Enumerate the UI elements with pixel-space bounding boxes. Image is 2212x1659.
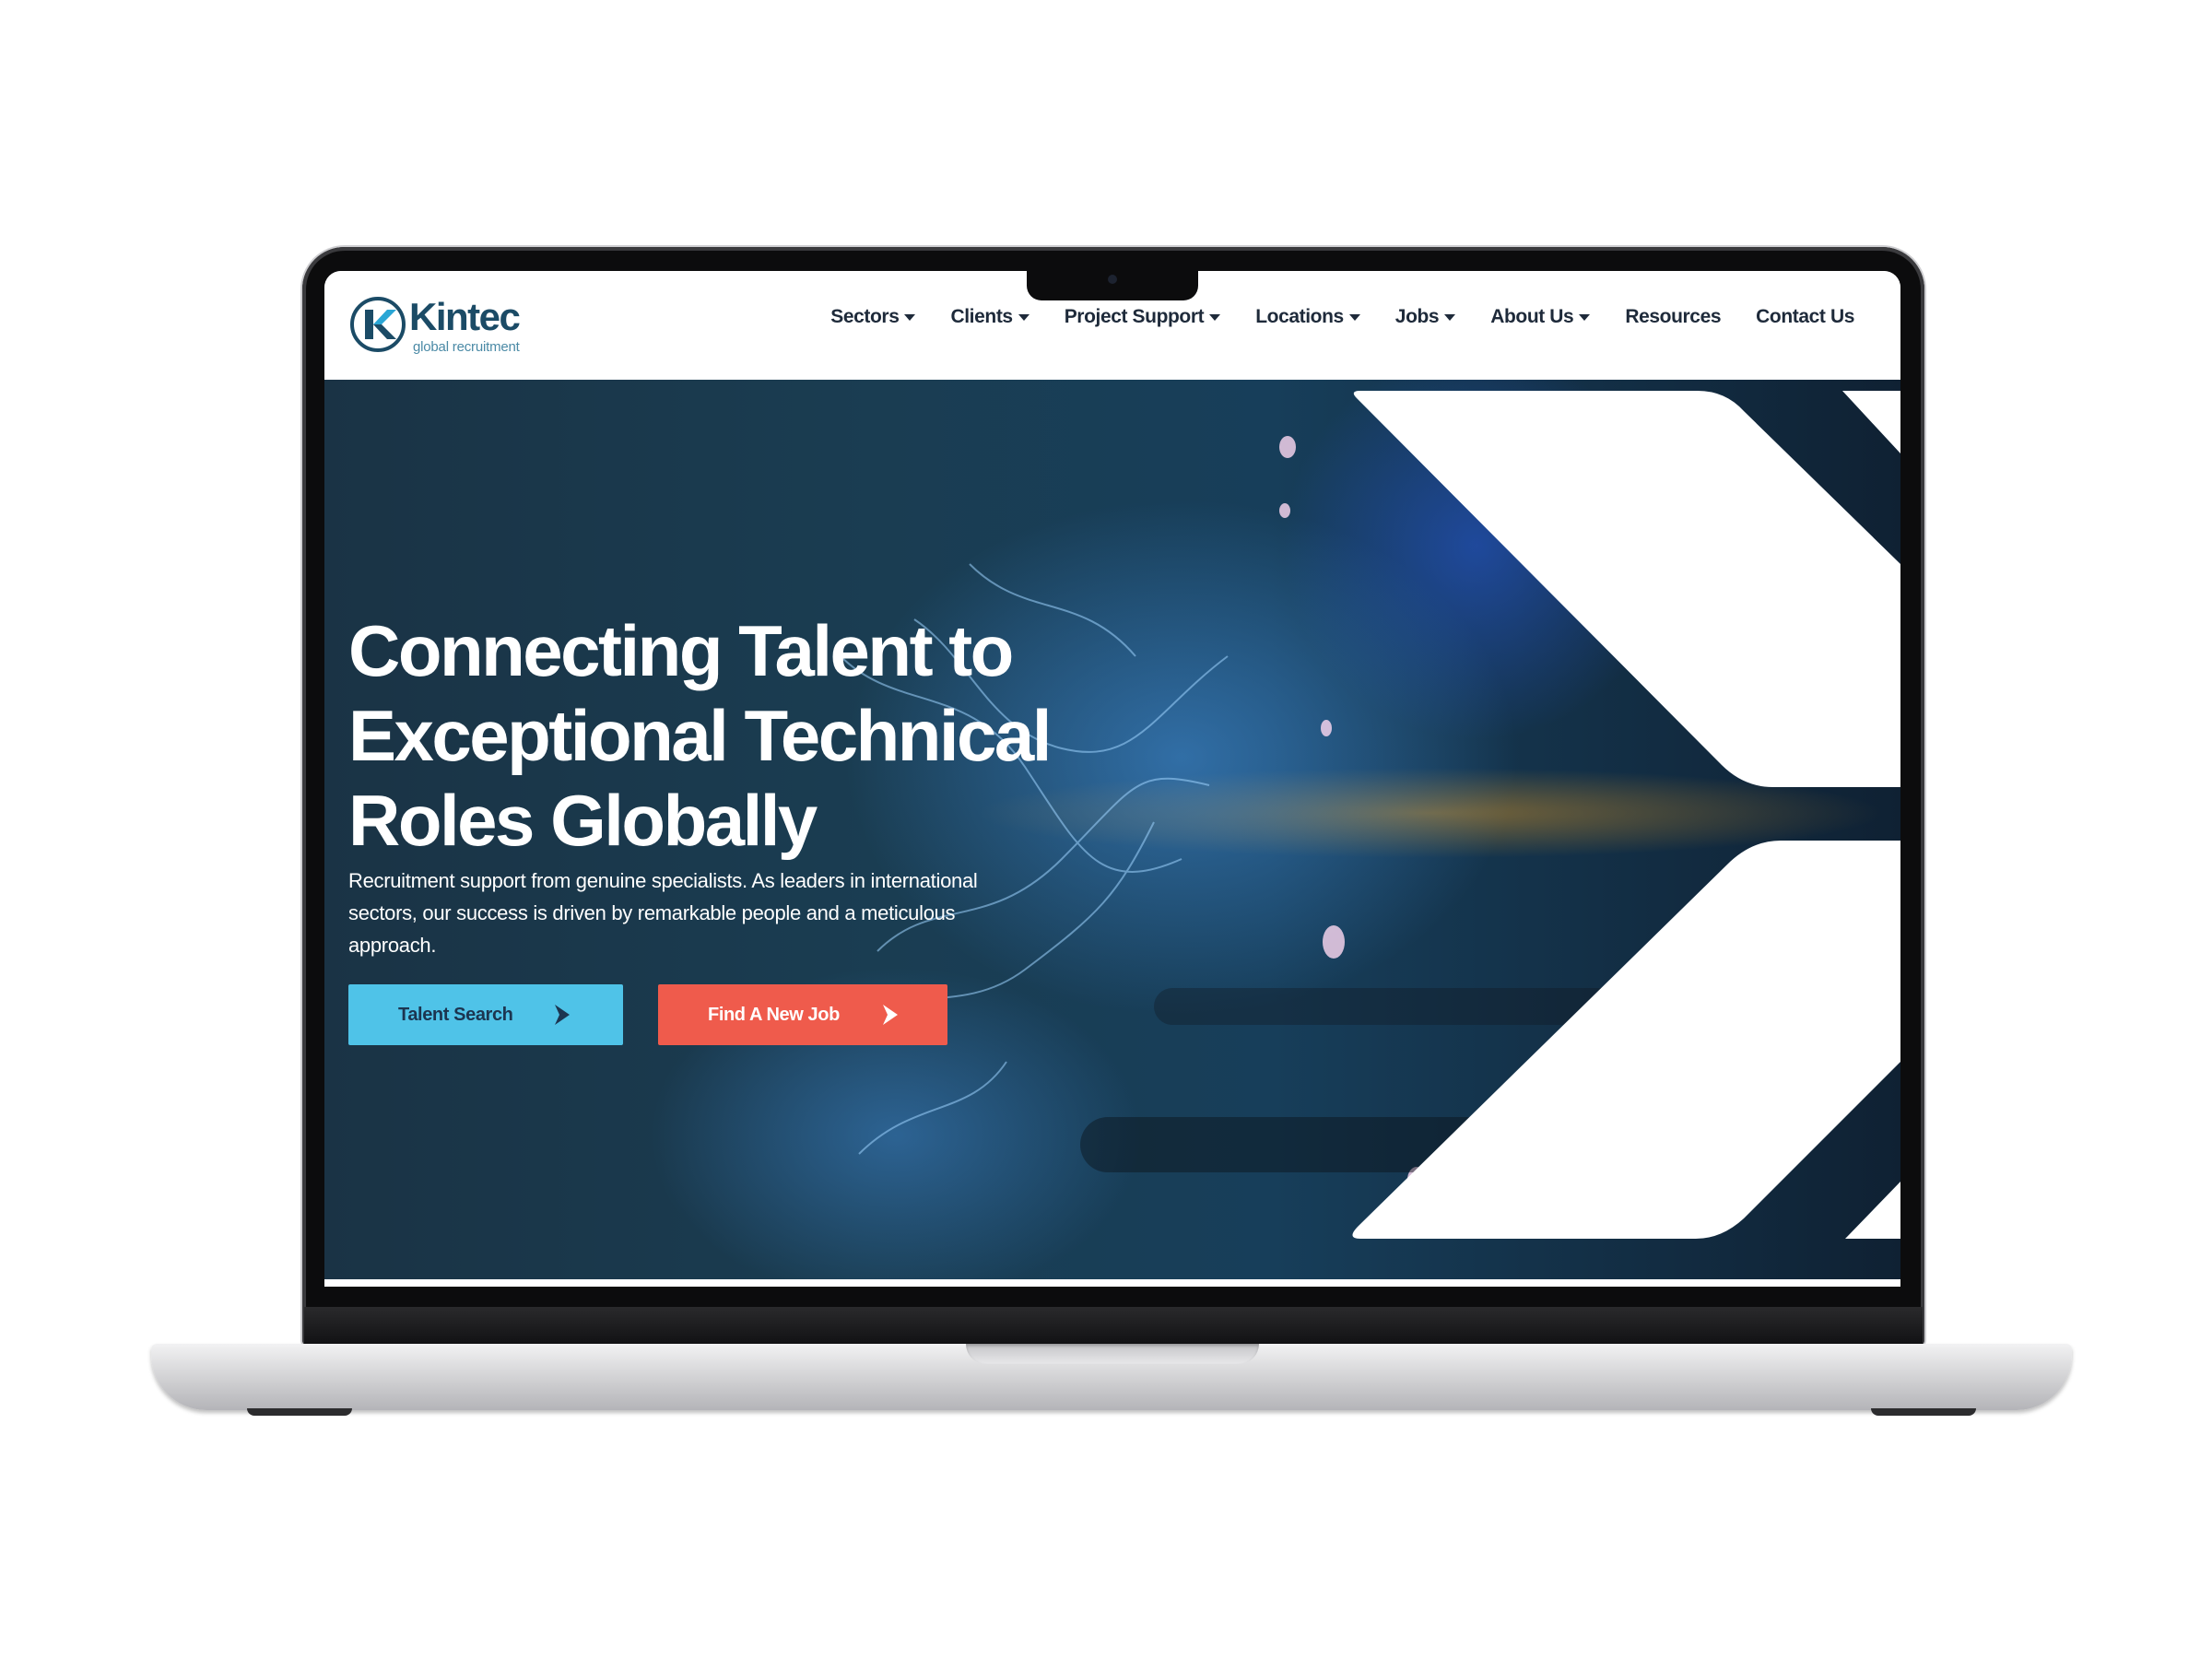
hero-section: Connecting Talent to Exceptional Technic… bbox=[324, 380, 1900, 1279]
nav-item-resources[interactable]: Resources bbox=[1625, 306, 1721, 328]
hero-heading: Connecting Talent to Exceptional Technic… bbox=[348, 608, 1141, 863]
hero-subtext-line: sectors, our success is driven by remark… bbox=[348, 901, 956, 924]
kintec-logo-icon bbox=[350, 297, 406, 352]
nav-item-contact-us[interactable]: Contact Us bbox=[1756, 306, 1854, 328]
laptop-lid-opening bbox=[966, 1344, 1259, 1364]
caret-down-icon bbox=[1444, 313, 1456, 321]
nav-label: Resources bbox=[1625, 306, 1722, 327]
chevron-right-icon bbox=[555, 1005, 570, 1025]
laptop-foot-right bbox=[1871, 1408, 1976, 1416]
camera-icon bbox=[1108, 275, 1117, 284]
find-job-button[interactable]: Find A New Job bbox=[658, 984, 947, 1045]
caret-down-icon bbox=[1209, 313, 1221, 321]
nav-label: Jobs bbox=[1394, 306, 1440, 327]
caret-down-icon bbox=[904, 313, 916, 321]
caret-down-icon bbox=[1018, 313, 1030, 321]
hero-heading-line: Roles Globally bbox=[348, 780, 818, 861]
hero-subtext: Recruitment support from genuine special… bbox=[348, 865, 1049, 961]
nav-item-jobs[interactable]: Jobs bbox=[1394, 306, 1456, 328]
hero-subtext-line: Recruitment support from genuine special… bbox=[348, 869, 978, 892]
nav-item-about-us[interactable]: About Us bbox=[1490, 306, 1591, 328]
caret-down-icon bbox=[1579, 313, 1591, 321]
hero-heading-line: Connecting Talent to bbox=[348, 610, 1014, 691]
find-job-label: Find A New Job bbox=[708, 1004, 840, 1025]
nav-label: Clients bbox=[950, 306, 1013, 327]
laptop-foot-left bbox=[247, 1408, 352, 1416]
nav-label: Sectors bbox=[830, 306, 900, 327]
chevron-right-icon bbox=[883, 1005, 898, 1025]
talent-search-label: Talent Search bbox=[398, 1004, 513, 1025]
laptop-screen: Kintec global recruitment Sectors Client… bbox=[324, 271, 1900, 1287]
laptop-hinge bbox=[304, 1307, 1923, 1344]
nav-item-sectors[interactable]: Sectors bbox=[830, 306, 916, 328]
nav-label: Locations bbox=[1255, 306, 1344, 327]
hero-subtext-line: approach. bbox=[348, 934, 437, 957]
nav-item-clients[interactable]: Clients bbox=[950, 306, 1030, 328]
site-logo[interactable]: Kintec global recruitment bbox=[348, 286, 533, 359]
caret-down-icon bbox=[1348, 313, 1360, 321]
talent-search-button[interactable]: Talent Search bbox=[348, 984, 623, 1045]
nav-item-locations[interactable]: Locations bbox=[1255, 306, 1360, 328]
nav-label: Contact Us bbox=[1756, 306, 1854, 327]
camera-notch bbox=[1027, 267, 1198, 300]
brand-tagline: global recruitment bbox=[413, 339, 520, 355]
hero-bottom-divider bbox=[324, 1279, 1900, 1287]
hero-heading-line: Exceptional Technical bbox=[348, 695, 1052, 776]
main-nav: Sectors Clients Project Support Location… bbox=[830, 299, 1854, 335]
nav-label: Project Support bbox=[1064, 306, 1205, 327]
nav-item-project-support[interactable]: Project Support bbox=[1065, 306, 1221, 328]
brand-name: Kintec bbox=[409, 295, 521, 338]
nav-label: About Us bbox=[1490, 306, 1574, 327]
